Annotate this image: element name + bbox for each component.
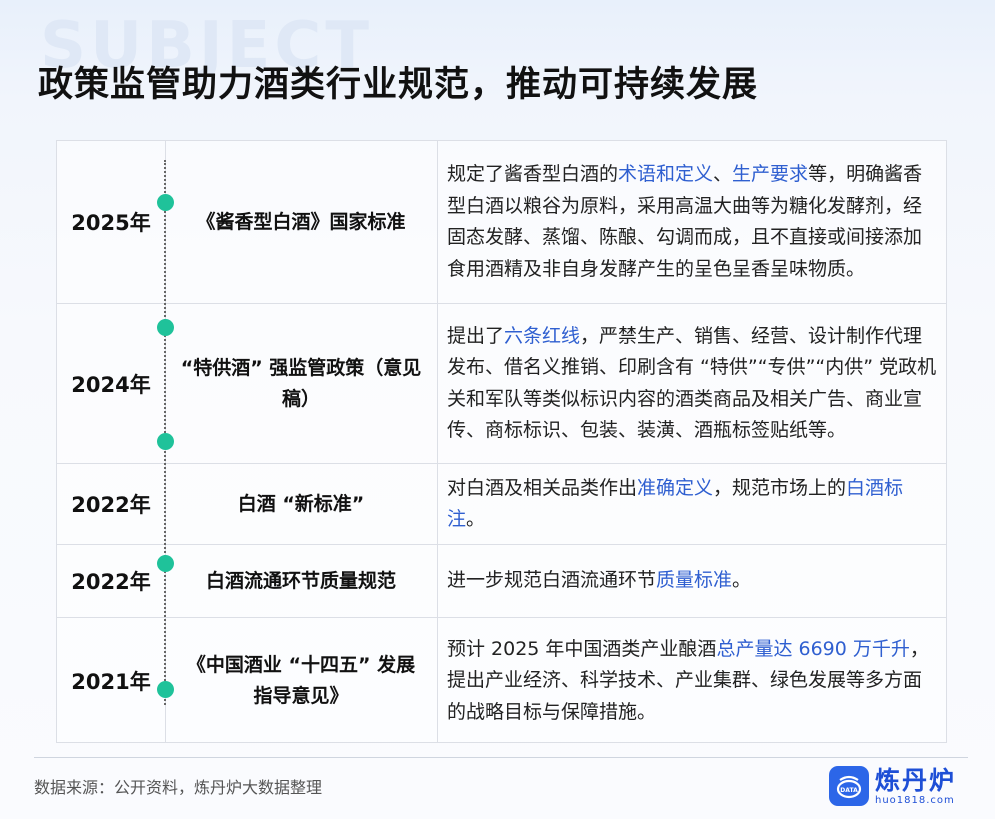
- row-policy-name: “特供酒” 强监管政策（意见稿）: [180, 356, 422, 410]
- row-description: 提出了六条红线，严禁生产、销售、经营、设计制作代理发布、借名义推销、印刷含有 “…: [437, 304, 948, 463]
- description-text: 预计 2025 年中国酒类产业酿酒: [447, 637, 717, 660]
- row-policy-name: 白酒 “新标准”: [237, 492, 365, 515]
- row-year: 2022年: [71, 493, 151, 517]
- timeline-dot: [157, 194, 174, 211]
- description-text: 对白酒及相关品类作出: [447, 476, 638, 499]
- row-policy-name: 《酱香型白酒》国家标准: [196, 210, 406, 233]
- description-text: 规定了酱香型白酒的: [447, 163, 619, 185]
- row-year: 2024年: [71, 372, 151, 397]
- row-year: 2025年: [71, 211, 151, 235]
- logo-domain: huo1818.com: [875, 794, 955, 806]
- policy-table: 2025年 《酱香型白酒》国家标准 规定了酱香型白酒的术语和定义、生产要求等，明…: [56, 140, 947, 743]
- table-row: 2022年 白酒流通环节质量规范 进一步规范白酒流通环节质量标准。: [57, 545, 946, 618]
- row-description: 进一步规范白酒流通环节质量标准。: [437, 545, 948, 617]
- timeline-dot: [157, 555, 174, 572]
- timeline-dot: [157, 433, 174, 450]
- table-row: 2021年 《中国酒业 “十四五” 发展指导意见》 预计 2025 年中国酒类产…: [57, 618, 946, 744]
- row-description: 对白酒及相关品类作出准确定义，规范市场上的白酒标注。: [437, 464, 948, 544]
- row-policy-name: 白酒流通环节质量规范: [205, 569, 396, 592]
- logo-badge-icon: DATA: [829, 766, 869, 806]
- description-text: 。: [732, 569, 752, 592]
- description-text: 进一步规范白酒流通环节: [447, 569, 657, 592]
- description-text: 提出了: [447, 324, 505, 347]
- timeline-dot: [157, 681, 174, 698]
- description-text: 、: [713, 163, 733, 185]
- highlighted-term: 总产量达 6690 万千升: [716, 637, 910, 660]
- highlighted-term: 六条红线: [504, 324, 581, 347]
- highlighted-term: 准确定义: [637, 476, 714, 499]
- row-year: 2021年: [71, 670, 151, 694]
- highlighted-term: 术语和定义: [618, 163, 714, 185]
- timeline-dot: [157, 319, 174, 336]
- highlighted-term: 生产要求: [732, 163, 809, 185]
- row-description: 预计 2025 年中国酒类产业酿酒总产量达 6690 万千升，提出产业经济、科学…: [437, 618, 948, 744]
- description-text: ，规范市场上的: [713, 476, 847, 499]
- row-policy-name: 《中国酒业 “十四五” 发展指导意见》: [186, 654, 416, 707]
- table-row: 2024年 “特供酒” 强监管政策（意见稿） 提出了六条红线，严禁生产、销售、经…: [57, 304, 946, 464]
- row-year: 2022年: [71, 570, 151, 594]
- row-description: 规定了酱香型白酒的术语和定义、生产要求等，明确酱香型白酒以粮谷为原料，采用高温大…: [437, 141, 948, 303]
- highlighted-term: 质量标准: [656, 569, 733, 592]
- brand-logo: DATA 炼丹炉 huo1818.com: [829, 766, 956, 806]
- description-text: 。: [466, 508, 486, 530]
- logo-badge-text: DATA: [840, 787, 858, 794]
- footer-divider: [34, 757, 968, 758]
- table-row: 2022年 白酒 “新标准” 对白酒及相关品类作出准确定义，规范市场上的白酒标注…: [57, 464, 946, 545]
- data-source-note: 数据来源：公开资料，炼丹炉大数据整理: [34, 778, 323, 797]
- table-row: 2025年 《酱香型白酒》国家标准 规定了酱香型白酒的术语和定义、生产要求等，明…: [57, 141, 946, 304]
- cauldron-icon: DATA: [836, 775, 862, 799]
- logo-name: 炼丹炉: [875, 765, 957, 795]
- page-title: 政策监管助力酒类行业规范，推动可持续发展: [38, 65, 759, 105]
